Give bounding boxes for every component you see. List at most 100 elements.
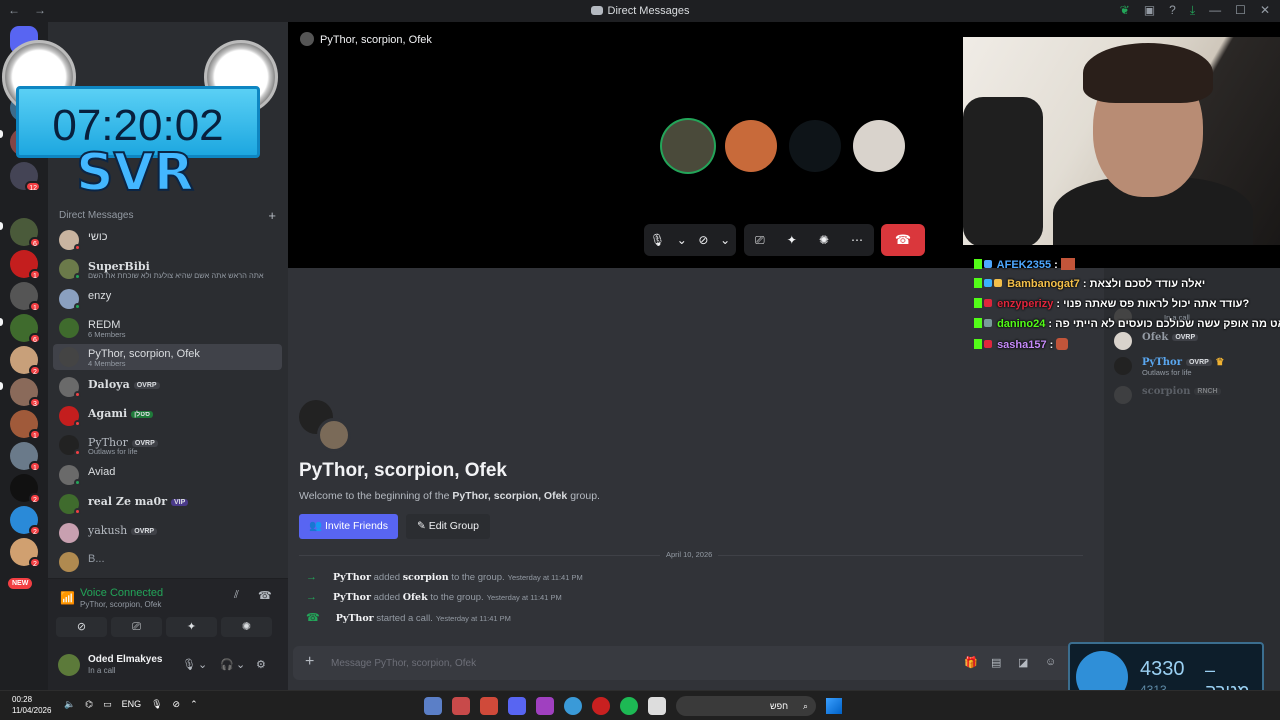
- dm-item[interactable]: SuperBibi אתה הראש אתה אשם שהיא צולעת ול…: [53, 256, 282, 282]
- volume-icon[interactable]: 🔈: [64, 699, 75, 710]
- inbox-icon[interactable]: ▣: [1144, 3, 1155, 18]
- dm-item[interactable]: B...: [53, 549, 282, 575]
- signal-icon[interactable]: 📶: [60, 591, 75, 605]
- server-icon[interactable]: 2: [10, 474, 41, 504]
- headphones-icon[interactable]: 🎧: [220, 658, 234, 671]
- invite-friends-button[interactable]: 👥 Invite Friends: [299, 514, 398, 539]
- app-icon[interactable]: [480, 697, 498, 715]
- language-indicator[interactable]: ENG: [122, 699, 142, 710]
- end-call-button[interactable]: ☎: [881, 224, 925, 256]
- screenshare-icon[interactable]: ⎚: [755, 233, 765, 248]
- clock[interactable]: 00:28 11/04/2026: [12, 694, 51, 716]
- download-icon[interactable]: ⤓: [1190, 3, 1195, 18]
- microphone-icon[interactable]: 🎙: [650, 233, 665, 247]
- server-icon[interactable]: 1: [10, 282, 41, 312]
- server-icon[interactable]: 2: [10, 538, 41, 568]
- call-participant-avatar[interactable]: [853, 120, 905, 172]
- calculator-icon[interactable]: [424, 697, 442, 715]
- username[interactable]: Oded Elmakyes: [88, 654, 162, 665]
- spotify-icon[interactable]: [620, 697, 638, 715]
- server-icon[interactable]: 3: [10, 378, 41, 408]
- user-panel: Oded Elmakyes In a call 🎙 ⌄ 🎧 ⌄ ⚙: [48, 644, 288, 690]
- server-icon[interactable]: 1: [10, 442, 41, 472]
- server-icon[interactable]: 6: [10, 314, 41, 344]
- noise-suppression-icon[interactable]: ⫽: [234, 589, 239, 602]
- soundboard-icon[interactable]: ✺: [819, 233, 829, 247]
- call-participant-avatar[interactable]: [789, 120, 841, 172]
- gift-icon[interactable]: 🎁: [964, 656, 978, 669]
- settings-gear-icon[interactable]: ⚙: [256, 658, 266, 671]
- dm-item[interactable]: כושי: [53, 227, 282, 253]
- add-user-icon: 👥: [308, 520, 325, 532]
- minimize-button[interactable]: —: [1209, 3, 1221, 18]
- chrome-icon[interactable]: [564, 697, 582, 715]
- file-explorer-icon[interactable]: [648, 697, 666, 715]
- microphone-icon[interactable]: 🎙: [182, 658, 196, 671]
- dm-item[interactable]: Daloya OVRP: [53, 374, 282, 400]
- kick-badge-icon: [974, 259, 982, 269]
- app-icon[interactable]: [452, 697, 470, 715]
- dm-item-active[interactable]: PyThor, scorpion, Ofek 4 Members: [53, 344, 282, 370]
- more-icon[interactable]: ⋯: [851, 233, 863, 247]
- dm-item[interactable]: real Ze ma0r VIP: [53, 491, 282, 517]
- chevron-down-icon[interactable]: ⌄: [677, 233, 687, 247]
- avatar[interactable]: [58, 654, 80, 676]
- camera-button[interactable]: ⊘: [56, 617, 107, 637]
- chevron-down-icon[interactable]: ⌄: [236, 658, 245, 671]
- microphone-icon[interactable]: 🎙: [151, 699, 162, 710]
- dm-item[interactable]: enzy: [53, 286, 282, 312]
- user-badge-icon: [984, 319, 992, 327]
- kick-badge-icon: [974, 278, 982, 288]
- emoji-icon[interactable]: ☺: [1045, 656, 1056, 668]
- tray-chevron-icon[interactable]: ⌃: [190, 699, 198, 710]
- message-input[interactable]: [331, 654, 911, 672]
- network-icon[interactable]: ⌬: [85, 699, 93, 710]
- app-icon[interactable]: [536, 697, 554, 715]
- server-icon[interactable]: 2: [10, 346, 41, 376]
- soundboard-button[interactable]: ✺: [221, 617, 272, 637]
- voice-channel[interactable]: PyThor, scorpion, Ofek: [80, 600, 161, 609]
- dm-item[interactable]: yakush OVRP: [53, 520, 282, 546]
- attach-plus-icon[interactable]: +: [305, 653, 314, 671]
- search-icon: ⌕: [802, 701, 808, 711]
- voice-status[interactable]: Voice Connected: [80, 587, 163, 599]
- discord-icon[interactable]: [508, 697, 526, 715]
- dm-item[interactable]: Aviad: [53, 462, 282, 488]
- call-participant-avatar[interactable]: [662, 120, 714, 172]
- app-icon[interactable]: [592, 697, 610, 715]
- chevron-down-icon[interactable]: ⌄: [720, 233, 730, 247]
- status-dot: [74, 391, 81, 398]
- display-icon[interactable]: ▭: [103, 699, 112, 710]
- server-icon[interactable]: 1: [10, 410, 41, 440]
- windows-start-icon[interactable]: [826, 698, 842, 714]
- unread-badge: 2: [29, 557, 41, 568]
- new-badge: NEW: [8, 578, 33, 589]
- activity-button[interactable]: ✦: [166, 617, 217, 637]
- dm-item[interactable]: REDM 6 Members: [53, 315, 282, 341]
- avatar: [59, 552, 79, 572]
- taskbar-search[interactable]: חפש ⌕: [676, 696, 816, 716]
- gif-icon[interactable]: ▤: [991, 656, 1001, 669]
- edit-group-button[interactable]: ✎ Edit Group: [406, 514, 490, 539]
- kick-badge-icon: [974, 298, 982, 308]
- server-icon[interactable]: 12: [10, 162, 41, 192]
- chevron-down-icon[interactable]: ⌄: [198, 658, 207, 671]
- help-icon[interactable]: ?: [1169, 3, 1176, 18]
- disconnect-icon[interactable]: ☎: [258, 589, 272, 602]
- maximize-button[interactable]: ☐: [1235, 3, 1246, 18]
- dm-item[interactable]: PyThor OVRP Outlaws for life: [53, 432, 282, 458]
- screenshare-button[interactable]: ⎚: [111, 617, 162, 637]
- activity-icon[interactable]: ✦: [787, 233, 797, 247]
- create-dm-icon[interactable]: +: [268, 208, 276, 223]
- close-button[interactable]: ✕: [1260, 3, 1270, 18]
- dm-item[interactable]: Agami סטלן: [53, 403, 282, 429]
- mute-icon[interactable]: ⊘: [173, 699, 181, 710]
- sticker-icon[interactable]: ◪: [1018, 656, 1028, 669]
- nitro-leaf-icon[interactable]: ❦: [1120, 3, 1130, 18]
- camera-off-icon[interactable]: ⊘: [698, 233, 708, 247]
- server-icon[interactable]: 2: [10, 506, 41, 536]
- server-icon[interactable]: 6: [10, 218, 41, 248]
- server-icon[interactable]: 1: [10, 250, 41, 280]
- call-participant-avatar[interactable]: [725, 120, 777, 172]
- welcome-subtitle: Welcome to the beginning of the PyThor, …: [299, 490, 600, 502]
